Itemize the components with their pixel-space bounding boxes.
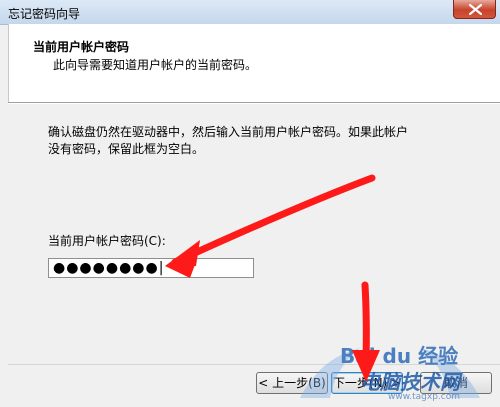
title-bar[interactable]: 忘记密码向导 xyxy=(0,0,500,25)
cancel-button[interactable]: 取消 xyxy=(420,372,492,394)
close-icon xyxy=(469,4,482,15)
window-title: 忘记密码向导 xyxy=(8,7,81,21)
back-button[interactable]: < 上一步(B) xyxy=(256,372,328,394)
instruction-text: 确认磁盘仍然在驱动器中，然后输入当前用户帐户密码。如果此帐户 没有密码，保留此框… xyxy=(48,125,409,156)
wizard-content: 确认磁盘仍然在驱动器中，然后输入当前用户帐户密码。如果此帐户 没有密码，保留此框… xyxy=(8,104,500,364)
close-button[interactable] xyxy=(453,0,496,19)
wizard-header: 当前用户帐户密码 此向导需要知道用户帐户的当前密码。 xyxy=(8,24,500,102)
password-field[interactable]: ●●●●●●●●| xyxy=(48,258,254,278)
wizard-window: 忘记密码向导 当前用户帐户密码 此向导需要知道用户帐户的当前密码。 确认磁盘仍然… xyxy=(0,0,500,404)
password-label: 当前用户帐户密码(C): xyxy=(48,234,166,248)
header-title: 当前用户帐户密码 xyxy=(33,40,130,54)
footer-separator xyxy=(8,364,500,365)
next-button[interactable]: 下一步(N) > xyxy=(331,372,403,394)
header-subtitle: 此向导需要知道用户帐户的当前密码。 xyxy=(53,58,258,72)
